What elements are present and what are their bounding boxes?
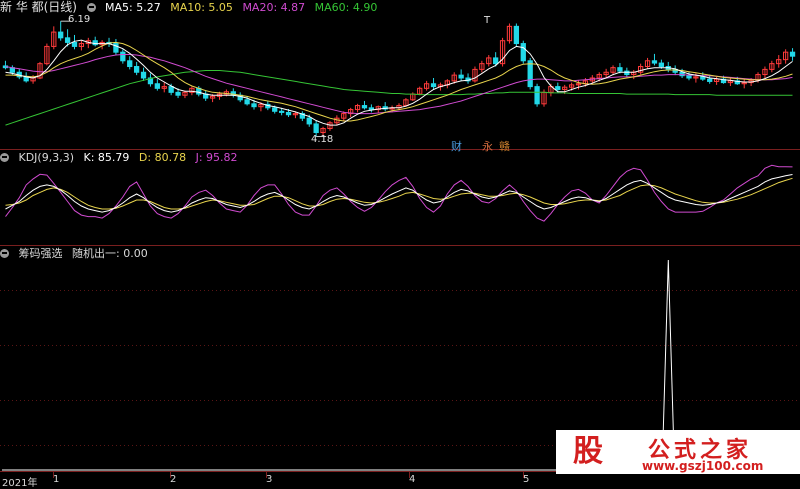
x-label-month-1: 1 (53, 474, 60, 485)
custom-value-label: 随机出一: 0.00 (72, 247, 148, 260)
candle-body (244, 99, 250, 105)
custom-header: 筹码强选 随机出一: 0.00 (0, 247, 154, 261)
kdj-d-label: D: 80.78 (138, 151, 187, 164)
candle-body (133, 66, 140, 73)
candle-body (58, 31, 64, 39)
candle-body (617, 67, 623, 72)
candle-body (140, 71, 147, 79)
logo-char: 股 (573, 434, 603, 469)
kdj-header: KDJ(9,3,3) K: 85.79 D: 80.78 J: 95.82 (0, 151, 244, 165)
candle-body (624, 70, 630, 76)
kdj-j-label: J: 95.82 (195, 151, 238, 164)
ma10-label: MA10: 5.05 (170, 1, 233, 14)
ma60-line (5, 70, 793, 126)
custom-title[interactable]: 筹码强选 (19, 247, 63, 260)
t-mark-label: T (484, 15, 491, 26)
candle-body (651, 60, 658, 64)
candle-body (175, 91, 181, 96)
candle-body (368, 107, 375, 111)
candle-body (272, 107, 278, 112)
main-header: 新 华 都(日线) MA5: 5.27 MA10: 5.05 MA20: 4.8… (0, 0, 383, 14)
ma60-label: MA60: 4.90 (314, 1, 378, 14)
candle-body (306, 117, 312, 125)
kdj-d-line (5, 177, 793, 210)
ma20-label: MA20: 4.87 (242, 1, 306, 14)
candle-body (154, 83, 160, 89)
candle-body (278, 110, 285, 113)
badge-yong[interactable]: 永 (482, 138, 493, 154)
custom-settings-dot-icon[interactable] (0, 249, 9, 258)
candle-body (361, 105, 368, 109)
x-label-year: 2021年 (2, 478, 38, 489)
settings-dot-icon[interactable] (86, 3, 96, 12)
stock-chart[interactable] (0, 0, 800, 488)
candle-body (493, 57, 499, 65)
kdj-settings-dot-icon[interactable] (0, 153, 9, 162)
badge-cai[interactable]: 财 (451, 138, 462, 154)
candle-body (527, 60, 533, 88)
candle-body (64, 37, 71, 43)
stock-title[interactable]: 新 华 都(日线) (0, 0, 77, 14)
candle-body (707, 78, 713, 82)
x-label-month-4: 4 (409, 474, 416, 485)
candle-body (120, 51, 126, 62)
candle-body (168, 86, 174, 93)
candle-body (71, 41, 78, 47)
candle-body (700, 76, 706, 80)
x-label-month-3: 3 (266, 474, 273, 485)
logo-url: www.gszj100.com (642, 459, 764, 473)
candle-body (789, 51, 796, 57)
candle-body (313, 123, 319, 134)
ma5-label: MA5: 5.27 (105, 1, 161, 14)
candle-body (458, 74, 464, 79)
candle-body (92, 40, 98, 46)
candle-body (686, 75, 692, 79)
candle-body (555, 86, 561, 90)
candle-body (534, 86, 540, 105)
candle-body (658, 62, 665, 68)
candle-body (430, 83, 437, 88)
watermark-logo: 股 公式之家 www.gszj100.com (556, 430, 800, 474)
x-label-month-2: 2 (170, 474, 177, 485)
candle-body (251, 103, 257, 108)
badge-gan[interactable]: 赣 (499, 138, 510, 154)
kdj-title[interactable]: KDJ(9,3,3) (19, 151, 75, 164)
low-price-label: 4.18 (311, 134, 334, 145)
candle-body (513, 25, 520, 45)
x-label-month-5: 5 (523, 474, 530, 485)
candle-body (127, 60, 133, 68)
candle-body (113, 43, 119, 53)
high-price-label: 6.19 (68, 14, 91, 25)
candle-body (520, 43, 526, 62)
kdj-k-label: K: 85.79 (83, 151, 130, 164)
candle-body (285, 111, 292, 116)
